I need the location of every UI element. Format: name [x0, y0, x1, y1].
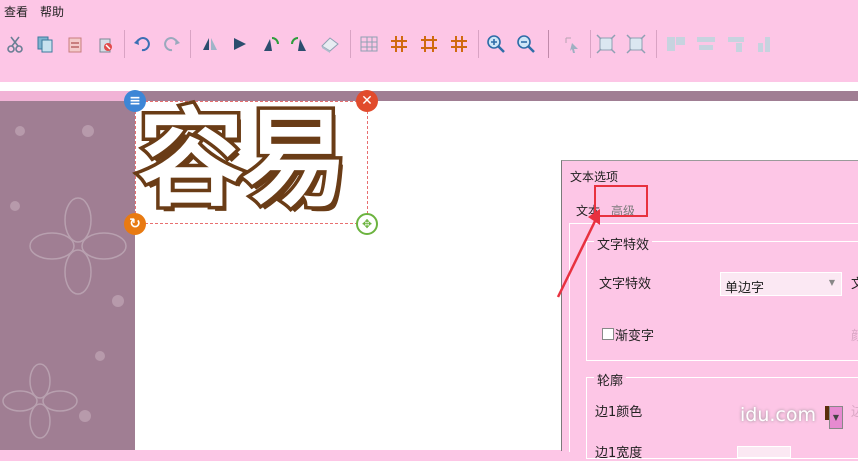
copy-icon[interactable] [33, 32, 57, 56]
paste-icon[interactable] [63, 32, 87, 56]
zoom-out-icon[interactable] [514, 32, 538, 56]
toolbar-divider [0, 82, 858, 91]
toolbar-separator [350, 30, 351, 58]
toolbar-separator [656, 30, 657, 58]
toolbar-separator [124, 30, 125, 58]
toolbar-separator [548, 30, 549, 58]
distribute-icon[interactable] [754, 32, 778, 56]
menu-bar: 查看 帮助 [0, 0, 858, 20]
rotate-right-icon[interactable] [288, 32, 312, 56]
eraser-icon[interactable] [318, 32, 342, 56]
gradient-color-label: 颜 [851, 329, 858, 344]
cursor-icon[interactable] [560, 32, 584, 56]
cut-icon[interactable] [3, 32, 27, 56]
text-object[interactable]: 容易 [135, 95, 368, 225]
align-middle-icon[interactable] [694, 32, 718, 56]
redo-icon[interactable] [160, 32, 184, 56]
toolbar-separator [190, 30, 191, 58]
zoom-in-icon[interactable] [484, 32, 508, 56]
frame-grid-icon[interactable] [417, 32, 441, 56]
cross-grid-icon[interactable] [447, 32, 471, 56]
outline-group-legend: 轮廓 [594, 370, 627, 389]
flip-horizontal-icon[interactable] [198, 32, 222, 56]
toolbar-separator [478, 30, 479, 58]
fit-width-icon[interactable] [624, 32, 648, 56]
dialog-title: 文本选项 [570, 170, 619, 184]
toolbar-separator [590, 30, 591, 58]
align-bottom-icon[interactable] [724, 32, 748, 56]
grid-icon[interactable] [357, 32, 381, 56]
watermark: idu.com [740, 404, 816, 426]
edge1-trailing-label: 边 [851, 405, 858, 420]
flip-right-icon[interactable] [228, 32, 252, 56]
color-dropdown-icon[interactable]: ▼ [829, 406, 843, 429]
resize-handle-icon[interactable]: ✥ [356, 213, 378, 235]
rotate-left-icon[interactable] [258, 32, 282, 56]
effect-select[interactable]: 单边字 ▼ [720, 272, 842, 296]
undo-icon[interactable] [130, 32, 154, 56]
gradient-label: 渐变字 [615, 329, 655, 344]
close-handle-icon[interactable]: ✕ [356, 90, 378, 112]
edge1-width-label: 边1宽度 [595, 446, 643, 461]
gradient-checkbox[interactable] [602, 328, 614, 340]
chevron-down-icon: ▼ [828, 278, 835, 287]
menu-view[interactable]: 查看 [4, 3, 28, 20]
annotation-arrow-icon [556, 209, 600, 298]
toolbar [0, 20, 858, 82]
align-top-icon[interactable] [664, 32, 688, 56]
hash-grid-icon[interactable] [387, 32, 411, 56]
rotate-handle-icon[interactable]: ↻ [124, 213, 146, 235]
background-pattern [0, 101, 135, 450]
effect-select-value: 单边字 [725, 281, 765, 296]
edge1-width-input[interactable] [737, 446, 791, 458]
menu-handle-icon[interactable]: ≡ [124, 90, 146, 112]
edge1-color-label: 边1颜色 [595, 405, 643, 420]
fit-icon[interactable] [594, 32, 618, 56]
delete-icon[interactable] [93, 32, 117, 56]
effect-trailing-label: 文 [851, 277, 858, 292]
canvas-text[interactable]: 容易 [135, 95, 352, 225]
menu-help[interactable]: 帮助 [40, 3, 64, 20]
